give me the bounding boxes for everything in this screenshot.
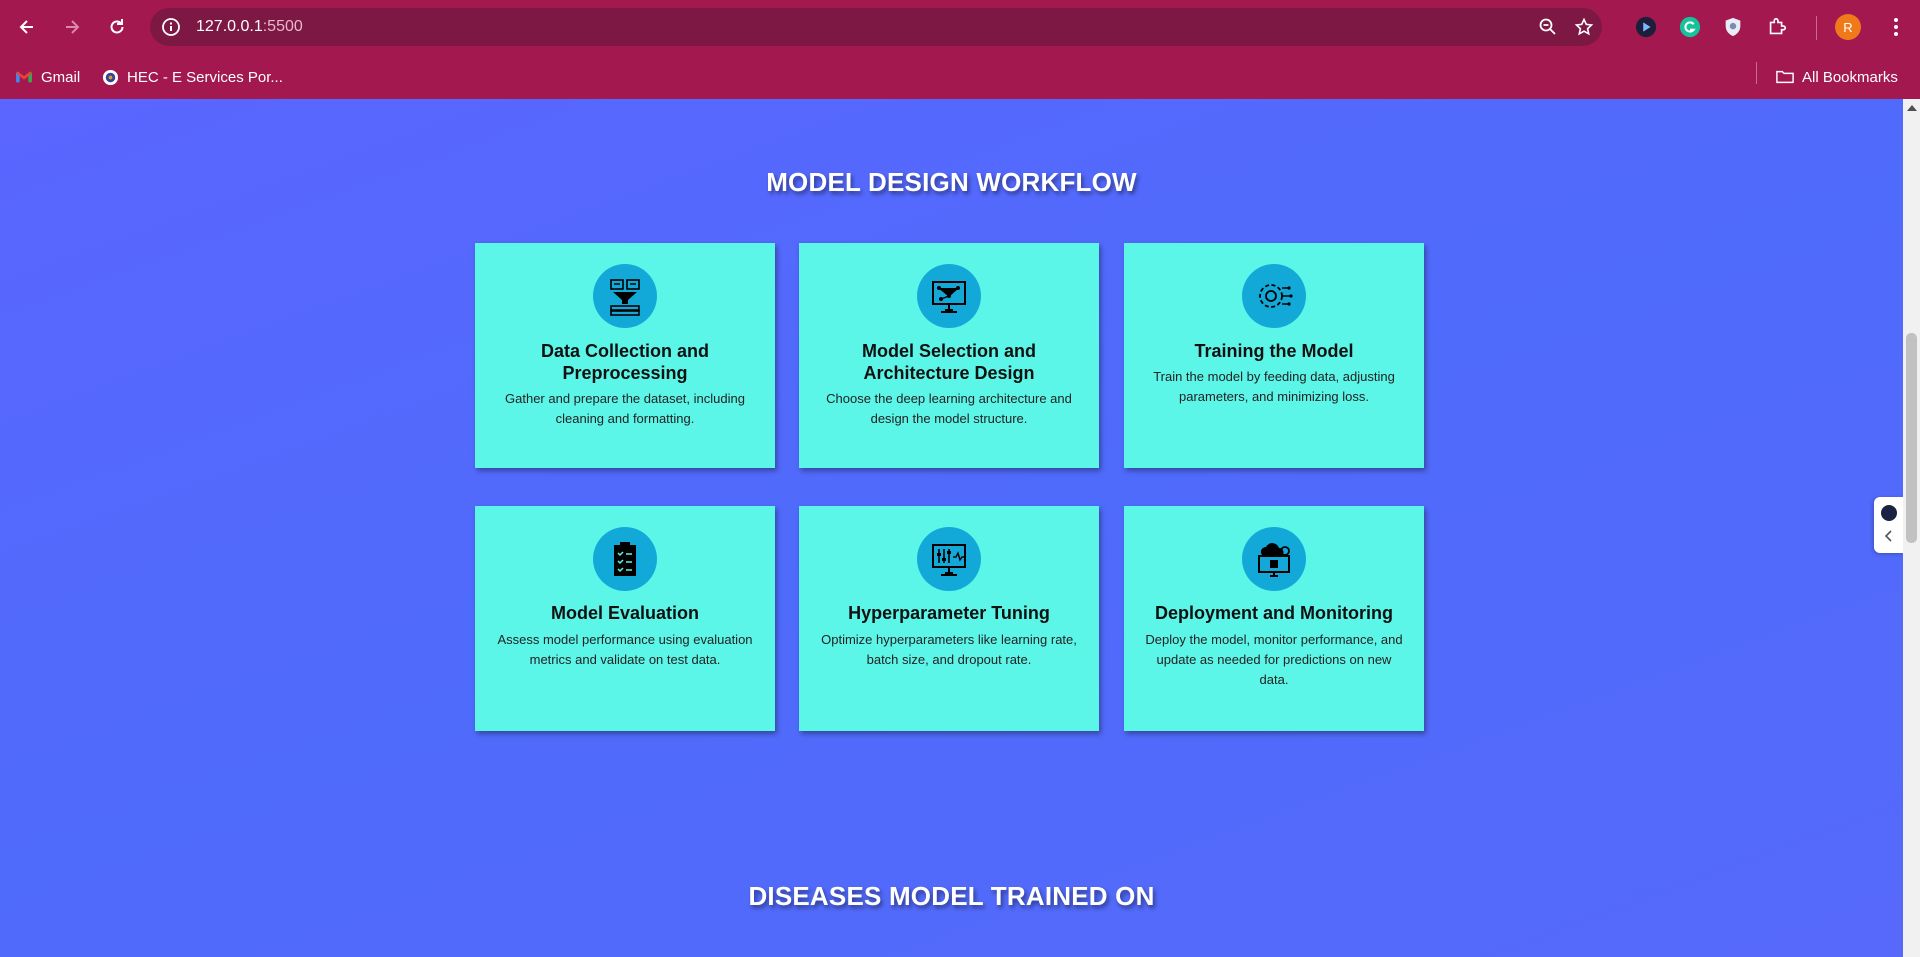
toolbar-divider [1816, 16, 1817, 40]
play-extension-icon [1635, 16, 1657, 38]
arrow-left-icon [19, 20, 33, 34]
forward-button[interactable] [55, 10, 89, 44]
all-bookmarks-button[interactable]: All Bookmarks [1776, 64, 1898, 90]
browser-chrome: 127.0.0.1:5500 R Gmail HEC - E Services … [0, 0, 1920, 99]
bookmark-hec[interactable]: HEC - E Services Por... [101, 64, 283, 90]
card-title: Training the Model [1194, 341, 1354, 361]
workflow-card-deployment: Deployment and Monitoring Deploy the mod… [1124, 506, 1424, 731]
workflow-card-evaluation: Model Evaluation Assess model performanc… [475, 506, 775, 731]
sliders-monitor-icon [917, 527, 981, 591]
workflow-card-hyperparameter: Hyperparameter Tuning Optimize hyperpara… [799, 506, 1099, 731]
gmail-icon [15, 68, 33, 86]
card-title: Data Collection and Preprocessing [540, 341, 710, 383]
page-content: MODEL DESIGN WORKFLOW Data Collection an… [0, 99, 1903, 957]
card-title: Hyperparameter Tuning [848, 603, 1050, 623]
address-bar[interactable]: 127.0.0.1:5500 [150, 8, 1602, 46]
scroll-up-arrow-icon[interactable] [1907, 105, 1917, 111]
card-description: Choose the deep learning architecture an… [826, 391, 1072, 426]
puzzle-icon [1769, 17, 1787, 35]
clipboard-checklist-icon [593, 527, 657, 591]
bookmarks-bar: Gmail HEC - E Services Por... All Bookma… [0, 54, 1920, 99]
card-title: Model Selection and Architecture Design [861, 341, 1037, 383]
scroll-thumb[interactable] [1906, 333, 1917, 543]
card-description: Assess model performance using evaluatio… [497, 632, 753, 667]
bookmark-label: HEC - E Services Por... [127, 68, 283, 86]
workflow-card-model-selection: Model Selection and Architecture Design … [799, 243, 1099, 468]
url-host: 127.0.0.1 [196, 18, 263, 35]
star-icon[interactable] [1574, 17, 1594, 37]
site-info-icon[interactable] [161, 17, 181, 37]
data-filter-icon [593, 264, 657, 328]
zoom-icon[interactable] [1538, 17, 1558, 37]
browser-toolbar: 127.0.0.1:5500 R [0, 0, 1920, 54]
back-button[interactable] [10, 10, 44, 44]
card-description: Train the model by feeding data, adjusti… [1153, 369, 1395, 404]
workflow-card-data-collection: Data Collection and Preprocessing Gather… [475, 243, 775, 468]
reload-button[interactable] [100, 10, 134, 44]
url-port: :5500 [262, 18, 303, 35]
folder-icon [1776, 68, 1794, 86]
card-title: Model Evaluation [550, 603, 700, 623]
arrow-right-icon [66, 20, 80, 34]
bookmarks-divider [1756, 62, 1757, 84]
profile-avatar[interactable]: R [1835, 14, 1861, 40]
network-monitor-icon [917, 264, 981, 328]
widget-dot-icon[interactable] [1881, 505, 1897, 521]
card-description: Optimize hyperparameters like learning r… [821, 632, 1077, 667]
page-scrollbar[interactable] [1903, 99, 1920, 957]
card-description: Gather and prepare the dataset, includin… [505, 391, 745, 426]
chevron-left-icon[interactable] [1882, 529, 1896, 543]
card-description: Deploy the model, monitor performance, a… [1145, 632, 1403, 687]
workflow-card-training: Training the Model Train the model by fe… [1124, 243, 1424, 468]
extension-grammarly-button[interactable] [1677, 14, 1703, 40]
cloud-monitor-icon [1242, 527, 1306, 591]
extension-play-button[interactable] [1633, 14, 1659, 40]
shield-icon [1725, 17, 1741, 37]
extension-shield-button[interactable] [1720, 14, 1746, 40]
extensions-button[interactable] [1764, 14, 1790, 40]
diseases-section-title: DISEASES MODEL TRAINED ON [748, 881, 1155, 911]
bookmark-label: Gmail [41, 68, 81, 86]
grammarly-icon [1679, 16, 1701, 38]
more-vertical-icon[interactable] [1886, 14, 1906, 40]
workflow-section-title: MODEL DESIGN WORKFLOW [766, 167, 1137, 197]
side-widget[interactable] [1874, 497, 1903, 553]
hec-icon [101, 68, 119, 86]
all-bookmarks-label: All Bookmarks [1802, 68, 1898, 86]
bookmark-gmail[interactable]: Gmail [15, 64, 80, 90]
card-title: Deployment and Monitoring [1155, 603, 1393, 623]
ai-gear-icon [1242, 264, 1306, 328]
reload-icon [110, 19, 124, 34]
url-text: 127.0.0.1:5500 [196, 18, 303, 36]
